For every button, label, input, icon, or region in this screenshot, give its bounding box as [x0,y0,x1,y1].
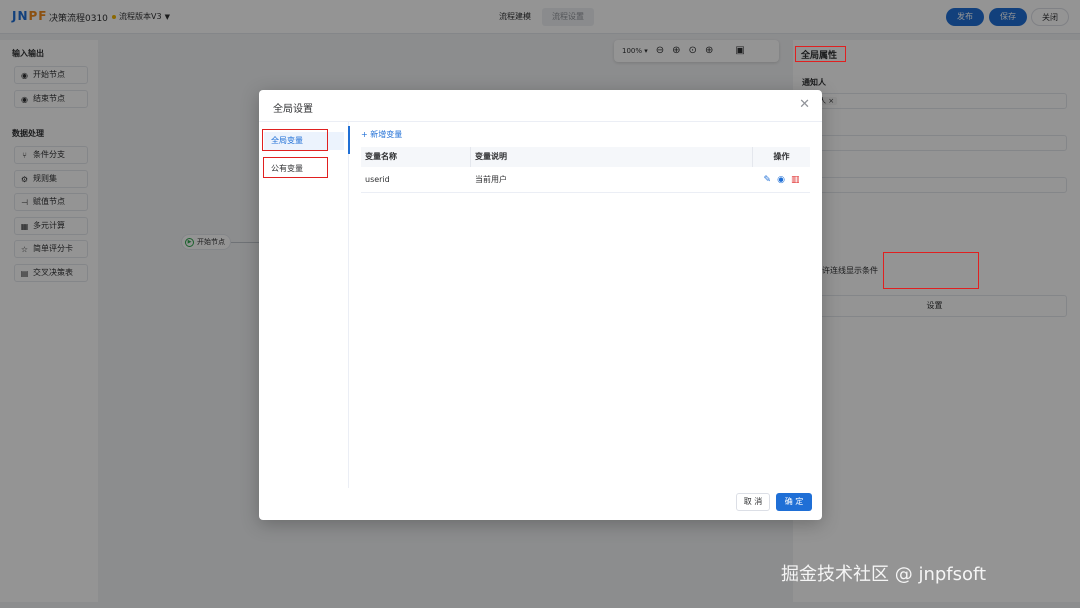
annotation-box-public-variables [263,157,328,178]
variable-table: 变量名称 变量说明 操作 userid 当前用户 ✎ ◉ ▥ [361,147,810,193]
dialog-header: 全局设置 ✕ [259,90,822,122]
column-header-name: 变量名称 [361,147,471,167]
trash-icon[interactable]: ▥ [791,167,800,192]
cancel-button[interactable]: 取 消 [736,493,770,511]
close-icon[interactable]: ✕ [799,98,810,112]
dialog-footer: 取 消 确 定 [259,488,822,520]
eye-icon[interactable]: ◉ [777,167,785,192]
actions-cell: ✎ ◉ ▥ [753,167,810,192]
column-header-actions: 操作 [773,152,790,161]
global-settings-dialog: 全局设置 ✕ 全局变量 公有变量 + 新增变量 变量名称 变量说明 操作 use… [259,90,822,520]
annotation-box-settings-button [883,252,979,289]
table-header: 变量名称 变量说明 操作 [361,147,810,167]
dialog-title: 全局设置 [273,104,313,115]
variable-description-cell: 当前用户 [475,175,507,184]
variable-name-cell: userid [365,175,390,184]
edit-icon[interactable]: ✎ [764,167,772,192]
watermark: 掘金技术社区 @ jnpfsoft [781,564,987,585]
annotation-box-global-variables [262,129,328,151]
confirm-button[interactable]: 确 定 [776,493,812,511]
annotation-box-properties-title [795,46,846,62]
column-header-description: 变量说明 [471,147,753,167]
active-tab-indicator [348,126,350,154]
add-variable-button[interactable]: + 新增变量 [361,129,402,140]
table-row: userid 当前用户 ✎ ◉ ▥ [361,167,810,193]
